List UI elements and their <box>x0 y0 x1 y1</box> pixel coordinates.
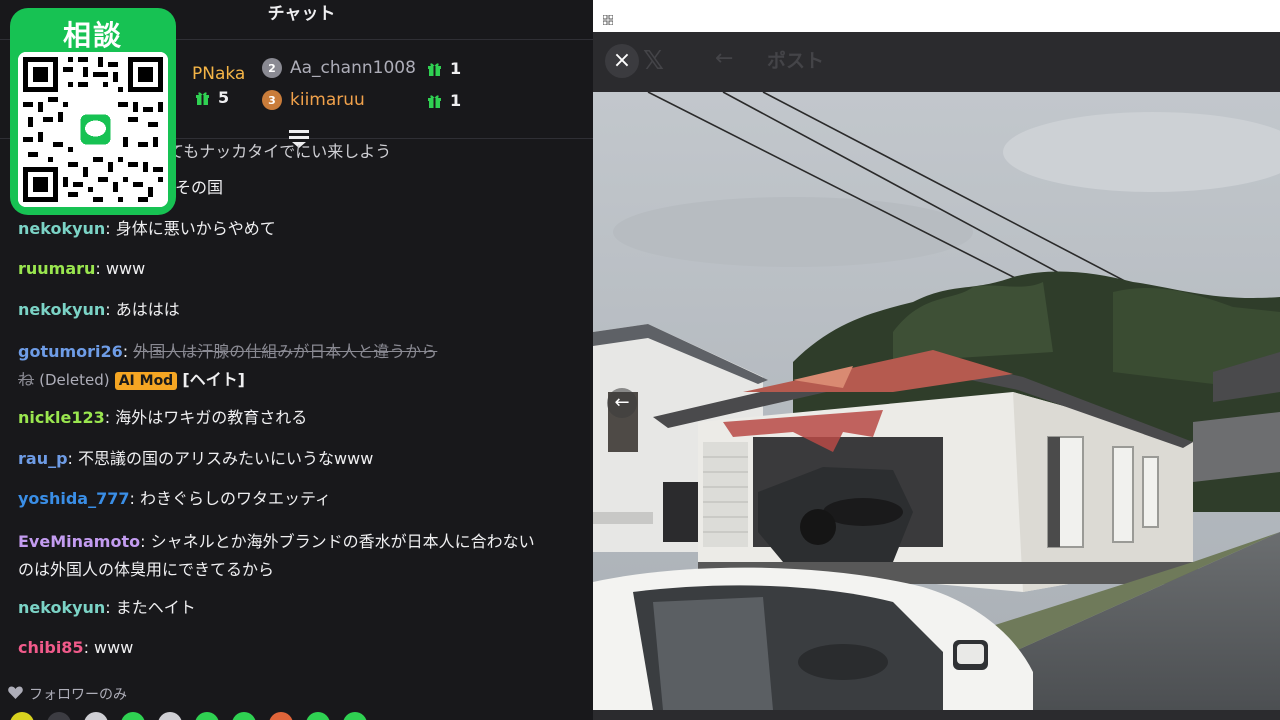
viewer-toolbar <box>593 0 1280 32</box>
chat-text: 不思議の国のアリスみたいにいうなwww <box>78 449 374 468</box>
chat-message[interactable]: nekokyun: 身体に悪いからやめて <box>18 217 578 241</box>
grid-icon[interactable] <box>602 10 614 29</box>
leader-name: kiimaruu <box>290 90 365 110</box>
deleted-text-cont: ね <box>18 370 35 389</box>
chat-username[interactable]: rau_p <box>18 449 68 468</box>
chat-username[interactable]: yoshida_777 <box>18 489 129 508</box>
leaderboard-entry-3[interactable]: 3 kiimaruu <box>262 90 365 110</box>
partial-line-text: てもナッカタイでにい来しよう <box>168 142 392 161</box>
emote-icon[interactable] <box>195 712 219 720</box>
leaderboard-entry-2[interactable]: 2 Aa_chann1008 <box>262 58 416 78</box>
chat-text: またヘイト <box>115 598 196 617</box>
chat-username[interactable]: EveMinamoto <box>18 532 140 551</box>
emote-icon[interactable] <box>10 712 34 720</box>
gift-count: 5 <box>218 88 230 107</box>
chat-text: 身体に悪いからやめて <box>115 219 276 238</box>
chat-message[interactable]: yoshida_777: わきぐらしのワタエッティ <box>18 487 578 511</box>
gift-count: 1 <box>450 91 462 110</box>
chat-username[interactable]: ruumaru <box>18 259 95 278</box>
emote-icon[interactable] <box>121 712 145 720</box>
emote-icon[interactable] <box>47 712 71 720</box>
followers-only-label: フォロワーのみ <box>29 687 127 703</box>
partial-line-text: その国 <box>175 178 224 197</box>
heart-icon <box>8 686 23 703</box>
leaderboard-gift-1: 5 <box>195 88 229 107</box>
chat-text-cont: のは外国人の体臭用にできてるから <box>18 560 275 579</box>
rank-badge: 3 <box>262 90 282 110</box>
emote-icon[interactable] <box>306 712 330 720</box>
x-logo-icon: 𝕏 <box>643 46 664 76</box>
gift-icon <box>195 91 210 105</box>
chat-username[interactable]: gotumori26 <box>18 342 123 361</box>
chat-username[interactable]: nekokyun <box>18 219 105 238</box>
hate-tag: [ヘイト] <box>182 370 245 389</box>
gift-icon <box>427 62 442 76</box>
chat-message[interactable]: nekokyun: あははは <box>18 298 578 322</box>
emote-bar <box>10 712 367 720</box>
media-viewer: × 𝕏 ← ポスト ← <box>593 0 1280 720</box>
chat-text: www <box>94 638 134 657</box>
consultation-qr-card: 相談 <box>10 8 176 215</box>
post-header-bar: × 𝕏 ← ポスト <box>593 32 1280 92</box>
chat-message[interactable]: EveMinamoto: シャネルとか海外ブランドの香水が日本人に合わない のは… <box>18 528 578 584</box>
chat-message[interactable]: nickle123: 海外はワキガの教育される <box>18 406 578 430</box>
chat-username[interactable]: chibi85 <box>18 638 84 657</box>
chat-text: シャネルとか海外ブランドの香水が日本人に合わない <box>150 532 535 551</box>
chat-username[interactable]: nekokyun <box>18 300 105 319</box>
chat-message[interactable]: chibi85: www <box>18 636 578 660</box>
post-title: ポスト <box>767 50 825 72</box>
close-button[interactable]: × <box>605 44 639 78</box>
qr-code-image <box>18 52 168 207</box>
chat-message[interactable]: nekokyun: またヘイト <box>18 596 578 620</box>
chat-username[interactable]: nickle123 <box>18 408 105 427</box>
leaderboard-entry-1[interactable]: PNaka <box>192 64 245 84</box>
chat-text: わきぐらしのワタエッティ <box>139 489 331 508</box>
followers-only-mode[interactable]: フォロワーのみ <box>8 684 127 704</box>
chat-text: www <box>105 259 146 278</box>
gift-icon <box>427 94 442 108</box>
leaderboard-gift-3: 1 <box>427 91 461 110</box>
rank-badge: 2 <box>262 58 282 78</box>
back-arrow-icon[interactable]: ← <box>715 46 733 71</box>
gift-count: 1 <box>450 59 462 78</box>
chat-text: あははは <box>115 300 180 319</box>
leader-name: Aa_chann1008 <box>290 58 416 78</box>
ai-mod-badge: AI Mod <box>114 372 178 390</box>
emote-icon[interactable] <box>343 712 367 720</box>
previous-image-button[interactable]: ← <box>607 388 637 418</box>
chat-username[interactable]: nekokyun <box>18 598 105 617</box>
viewer-bottom-bar <box>593 710 1280 720</box>
deleted-label: (Deleted) <box>39 371 110 389</box>
post-photo <box>593 92 1280 710</box>
emote-icon[interactable] <box>158 712 182 720</box>
chat-message[interactable]: rau_p: 不思議の国のアリスみたいにいうなwww <box>18 447 578 471</box>
leader-name: PNaka <box>192 64 246 84</box>
emote-icon[interactable] <box>232 712 256 720</box>
emote-icon[interactable] <box>269 712 293 720</box>
deleted-text: 外国人は汗腺の仕組みが日本人と違うから <box>133 342 438 361</box>
qr-title: 相談 <box>62 19 123 52</box>
emote-icon[interactable] <box>84 712 108 720</box>
leaderboard-gift-2: 1 <box>427 59 461 78</box>
chat-text: 海外はワキガの教育される <box>115 408 308 427</box>
chat-message[interactable]: ruumaru: www <box>18 257 578 281</box>
chat-message-deleted[interactable]: gotumori26: 外国人は汗腺の仕組みが日本人と違うから ね (Delet… <box>18 338 578 395</box>
